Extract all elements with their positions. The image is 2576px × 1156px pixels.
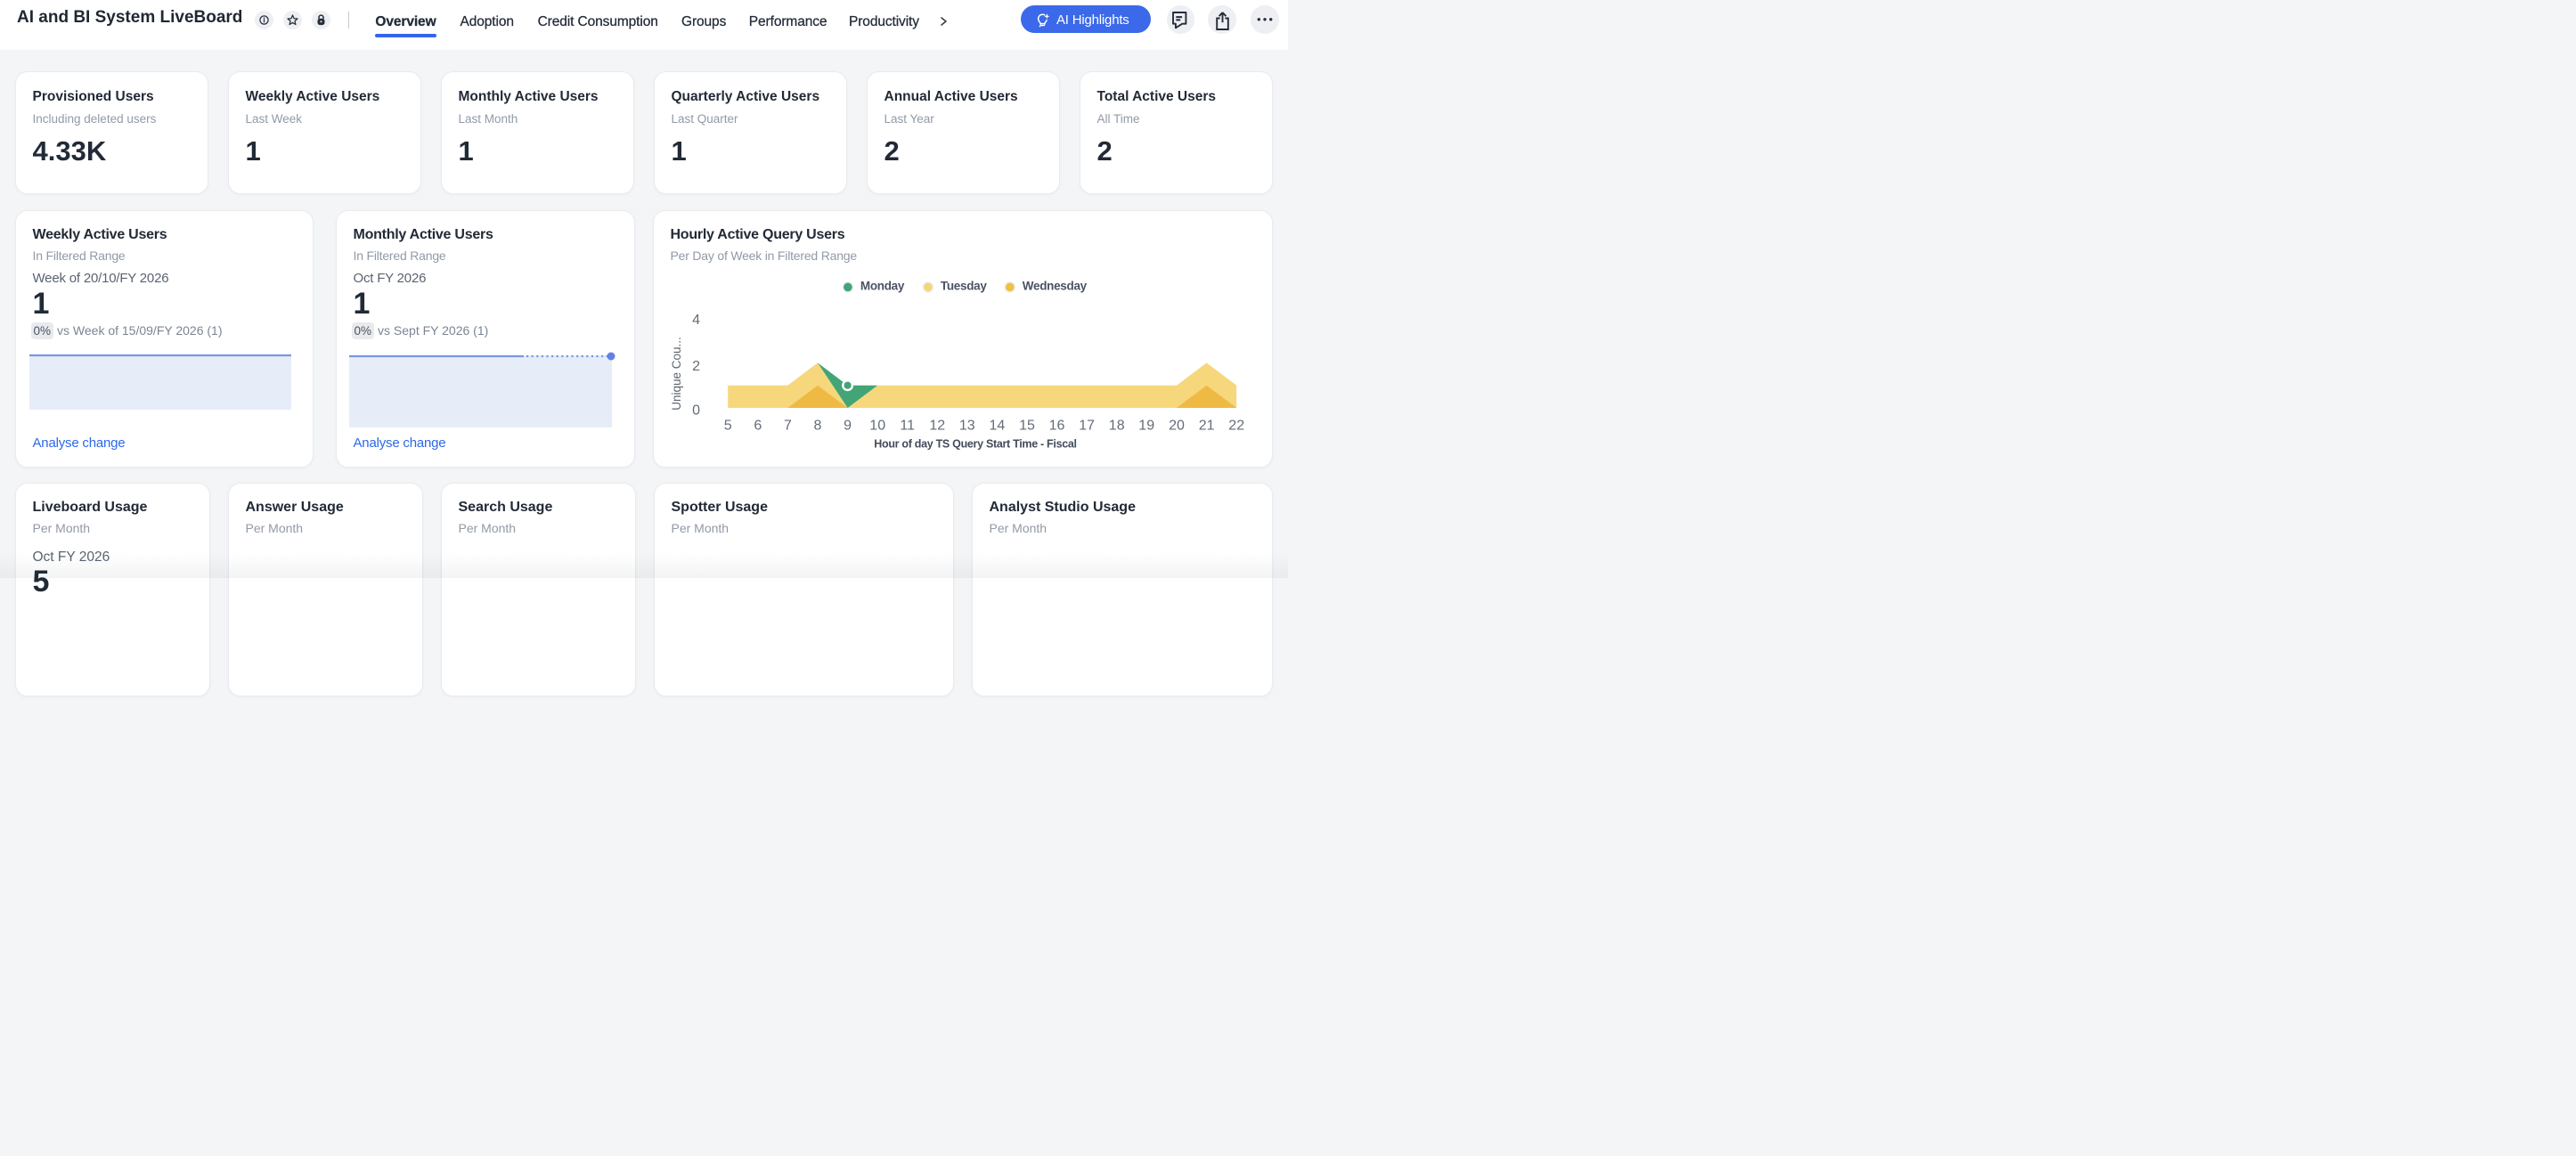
svg-text:8: 8: [814, 418, 822, 433]
svg-text:Hour of day TS Query Start Tim: Hour of day TS Query Start Time - Fiscal: [874, 437, 1076, 450]
svg-text:4: 4: [692, 313, 700, 328]
svg-text:Wednesday: Wednesday: [1023, 279, 1088, 292]
svg-text:6: 6: [754, 418, 762, 433]
svg-text:19: 19: [1138, 418, 1154, 433]
svg-text:18: 18: [1109, 418, 1125, 433]
svg-text:16: 16: [1049, 418, 1065, 433]
svg-text:20: 20: [1169, 418, 1185, 433]
svg-text:10: 10: [869, 418, 885, 433]
svg-text:12: 12: [929, 418, 945, 433]
svg-text:0: 0: [692, 403, 700, 418]
svg-text:11: 11: [900, 418, 915, 433]
svg-text:21: 21: [1199, 418, 1215, 433]
svg-text:2: 2: [692, 359, 700, 374]
svg-text:22: 22: [1228, 418, 1244, 433]
svg-text:Tuesday: Tuesday: [941, 279, 987, 292]
svg-text:Monday: Monday: [860, 279, 905, 292]
svg-text:15: 15: [1019, 418, 1035, 433]
svg-text:7: 7: [784, 418, 792, 433]
svg-text:Unique Cou...: Unique Cou...: [670, 337, 683, 411]
svg-text:9: 9: [844, 418, 852, 433]
svg-text:17: 17: [1079, 418, 1095, 433]
svg-text:14: 14: [990, 418, 1006, 433]
svg-text:13: 13: [959, 418, 975, 433]
svg-text:5: 5: [724, 418, 732, 433]
